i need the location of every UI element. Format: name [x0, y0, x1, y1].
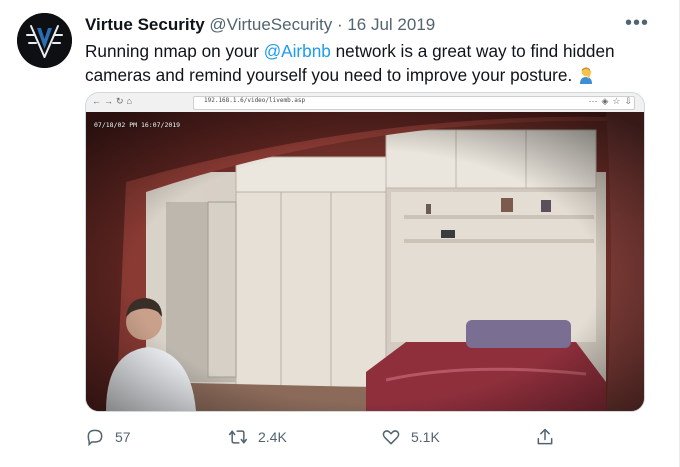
tweet-header: Virtue Security @VirtueSecurity · 16 Jul…	[85, 15, 639, 37]
reply-count: 57	[115, 429, 131, 445]
like-count: 5.1K	[411, 429, 440, 445]
author-handle[interactable]: @VirtueSecurity	[209, 15, 332, 34]
reply-button[interactable]: 57	[85, 425, 131, 449]
virtue-security-logo-icon	[17, 13, 72, 68]
tweet-card[interactable]: Virtue Security @VirtueSecurity · 16 Jul…	[0, 0, 680, 467]
separator-dot: ·	[336, 15, 343, 34]
star-icon: ☆	[612, 96, 625, 106]
retweet-button[interactable]: 2.4K	[228, 425, 287, 449]
tweet-actions: 57 2.4K 5.1K	[85, 425, 555, 449]
browser-right-icons: ⋯◈☆⇩	[588, 96, 636, 107]
retweet-icon	[228, 430, 248, 444]
camera-feed-image	[86, 112, 644, 411]
forward-icon: →	[104, 96, 116, 106]
tweet-text: Running nmap on your @Airbnb network is …	[85, 39, 655, 87]
tweet-date[interactable]: 16 Jul 2019	[347, 15, 435, 34]
tweet-text-part: Running nmap on your	[85, 41, 264, 61]
person-facepalming-icon	[580, 67, 593, 84]
browser-url: 192.168.1.6/video/livemb.asp	[204, 97, 306, 104]
retweet-count: 2.4K	[258, 429, 287, 445]
mention-link[interactable]: @Airbnb	[264, 41, 331, 61]
heart-icon	[382, 430, 400, 445]
download-icon: ⇩	[624, 96, 636, 106]
back-icon: ←	[92, 96, 104, 106]
author-name[interactable]: Virtue Security	[85, 15, 205, 34]
browser-nav: ←→↻⌂	[92, 96, 135, 107]
share-icon	[537, 428, 553, 445]
tweet-media[interactable]: ←→↻⌂ 192.168.1.6/video/livemb.asp ⋯◈☆⇩ 0…	[85, 92, 645, 412]
avatar[interactable]	[17, 13, 72, 68]
browser-toolbar: ←→↻⌂ 192.168.1.6/video/livemb.asp ⋯◈☆⇩	[86, 93, 644, 113]
more-options-icon[interactable]: •••	[625, 12, 649, 35]
share-button[interactable]	[535, 425, 555, 449]
shield-icon: ◈	[601, 96, 613, 106]
reload-icon: ↻	[116, 96, 127, 106]
menu-icon: ⋯	[588, 96, 602, 106]
like-button[interactable]: 5.1K	[381, 425, 440, 449]
home-icon: ⌂	[126, 96, 135, 106]
reply-icon	[87, 429, 103, 447]
camera-timestamp: 07/18/02 PM 16:07/2019	[94, 121, 181, 129]
